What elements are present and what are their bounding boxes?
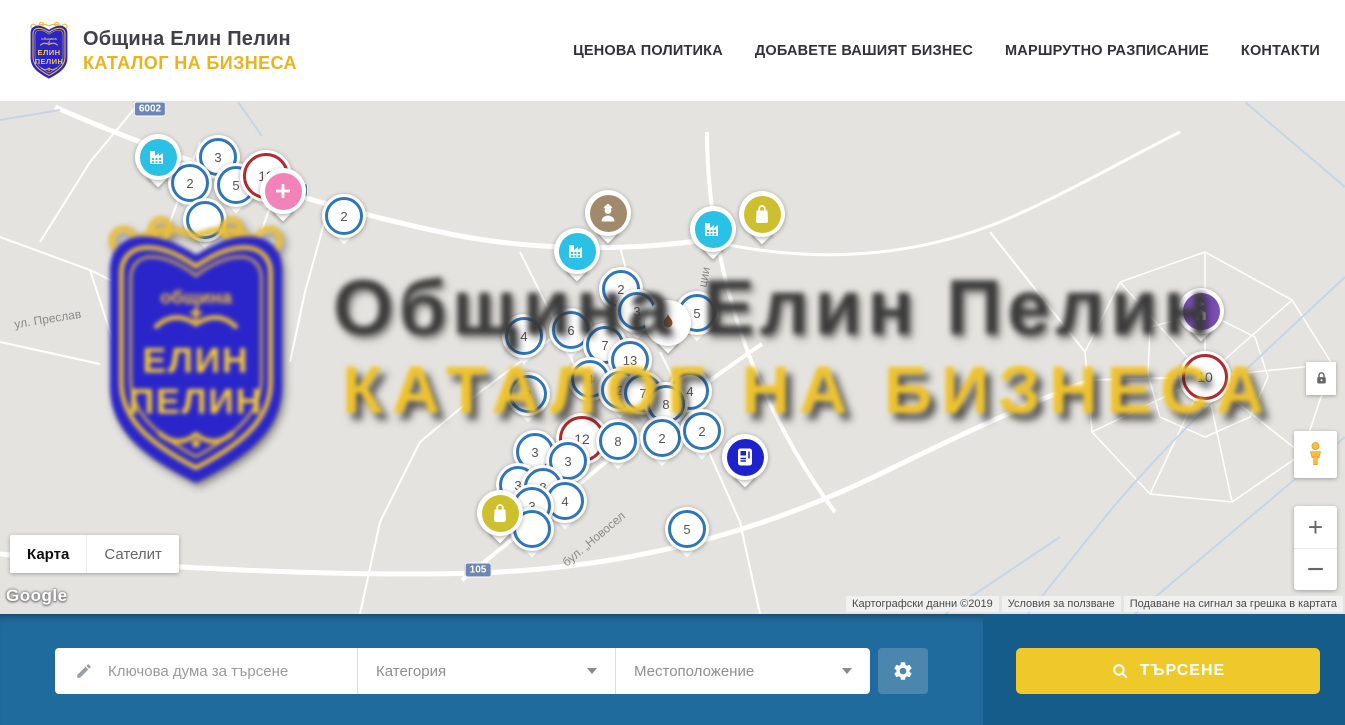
search-button-label: ТЪРСЕНЕ (1140, 662, 1225, 680)
zoom-controls: + − (1294, 506, 1337, 590)
keyword-input[interactable] (106, 662, 347, 681)
pencil-icon (75, 662, 93, 680)
cluster-count: 8 (614, 434, 621, 449)
satellite-view-button[interactable]: Сателит (86, 535, 179, 573)
factory-icon (140, 139, 177, 176)
search-bar: Категория Местоположение ТЪРСЕНЕ (0, 614, 1345, 725)
map-attribution: Картографски данни ©2019 Условия за полз… (843, 596, 1343, 612)
factory-pin[interactable] (135, 134, 181, 196)
map-view-button[interactable]: Карта (10, 535, 86, 573)
worker-icon (590, 195, 627, 232)
category-select[interactable]: Категория (357, 648, 615, 694)
bag-pin[interactable] (477, 490, 523, 552)
nav-item-pricing[interactable]: ЦЕНОВА ПОЛИТИКА (573, 43, 723, 59)
header: Община Елин Пелин КАТАЛОГ НА БИЗНЕСА ЦЕН… (0, 0, 1345, 102)
map-type-switcher: Карта Сателит (10, 535, 179, 573)
nav-item-contacts[interactable]: КОНТАКТИ (1241, 43, 1320, 59)
location-select-label: Местоположение (634, 663, 754, 680)
advanced-settings-button[interactable] (878, 648, 928, 694)
report-error-link[interactable]: Подаване на сигнал за грешка в картата (1124, 596, 1343, 612)
cluster-count: 3 (531, 445, 538, 460)
search-form: Категория Местоположение (55, 648, 870, 694)
nav-item-route-schedule[interactable]: МАРШРУТНО РАЗПИСАНИЕ (1005, 43, 1209, 59)
google-logo[interactable]: Google (6, 586, 68, 606)
plus-icon (265, 173, 302, 210)
keyword-field[interactable] (55, 648, 357, 694)
cluster-marker[interactable]: 2 (322, 194, 366, 238)
bag-pin[interactable] (739, 191, 785, 253)
brand-text: Община Елин Пелин КАТАЛОГ НА БИЗНЕСА (83, 28, 297, 74)
pegman-icon (1302, 439, 1329, 470)
watermark-title: Община Елин Пелин (333, 262, 1215, 353)
cluster-count: 5 (683, 522, 690, 537)
cluster-count: 3 (564, 454, 571, 469)
attribution-copyright: Картографски данни ©2019 (846, 596, 999, 612)
search-button[interactable]: ТЪРСЕНЕ (1016, 648, 1320, 694)
fuel-icon (727, 439, 764, 476)
brand-subtitle: КАТАЛОГ НА БИЗНЕСА (83, 53, 297, 74)
location-select[interactable]: Местоположение (615, 648, 870, 694)
cluster-count: 2 (186, 176, 193, 191)
watermark-subtitle: КАТАЛОГ НА БИЗНЕСА (342, 352, 1273, 429)
cluster-count: 2 (340, 209, 347, 224)
main-nav: ЦЕНОВА ПОЛИТИКА ДОБАВЕТЕ ВАШИЯТ БИЗНЕС М… (573, 43, 1320, 59)
street-view-pegman[interactable] (1294, 431, 1337, 478)
lock-icon (1313, 370, 1330, 387)
map-canvas[interactable]: ул. Преславбул. „Новоселции6002105 32512… (0, 102, 1345, 614)
zoom-out-button[interactable]: − (1294, 548, 1337, 590)
cluster-marker[interactable]: 5 (665, 507, 709, 551)
gear-icon (892, 660, 914, 682)
bag-icon (482, 495, 519, 532)
bag-icon (744, 196, 781, 233)
search-icon (1111, 662, 1130, 681)
category-select-label: Категория (376, 663, 446, 680)
watermark-shield (84, 214, 308, 499)
brand[interactable]: Община Елин Пелин КАТАЛОГ НА БИЗНЕСА (25, 21, 297, 81)
nav-item-add-business[interactable]: ДОБАВЕТЕ ВАШИЯТ БИЗНЕС (755, 43, 973, 59)
zoom-in-button[interactable]: + (1294, 506, 1337, 548)
brand-title: Община Елин Пелин (83, 28, 297, 51)
chevron-down-icon (587, 668, 597, 674)
lock-button[interactable] (1306, 362, 1336, 395)
factory-pin[interactable] (690, 206, 736, 268)
cluster-count: 4 (561, 494, 568, 509)
cluster-count: 2 (658, 431, 665, 446)
factory-icon (695, 211, 732, 248)
municipality-logo (25, 21, 73, 81)
chevron-down-icon (842, 668, 852, 674)
cluster-count: 5 (232, 178, 239, 193)
page: Община Елин Пелин КАТАЛОГ НА БИЗНЕСА ЦЕН… (0, 0, 1345, 725)
terms-link[interactable]: Условия за ползване (1002, 596, 1121, 612)
fuel-pin[interactable] (722, 434, 768, 496)
